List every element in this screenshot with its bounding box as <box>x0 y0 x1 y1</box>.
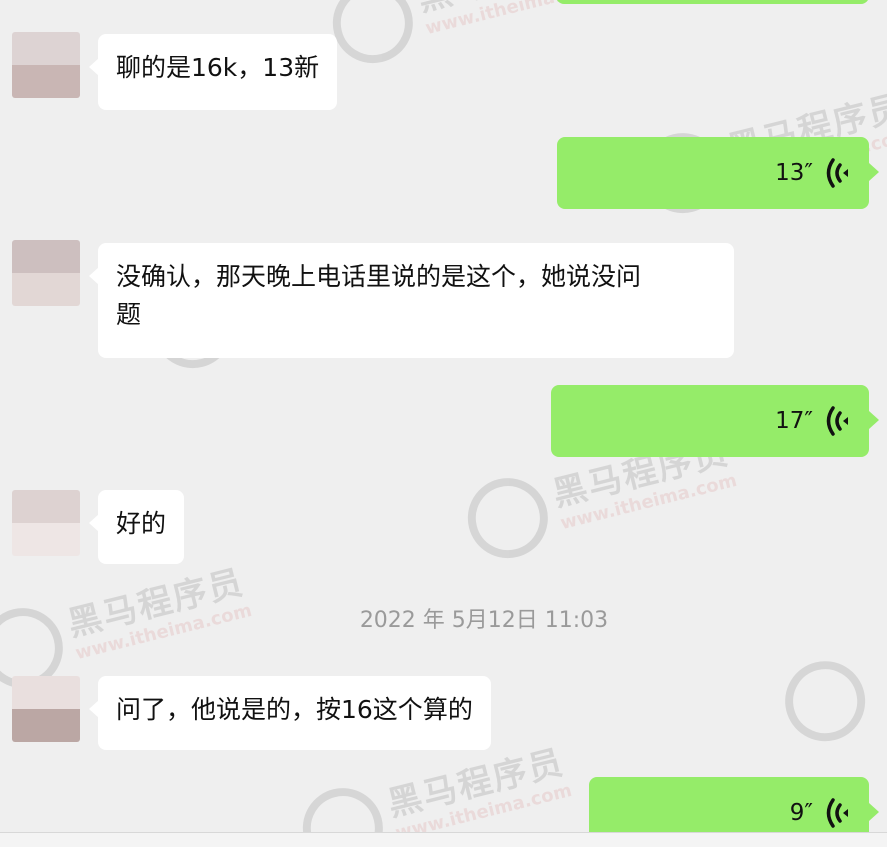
text-message-bubble[interactable]: 好的 <box>88 490 185 564</box>
text-message-bubble[interactable]: 没确认，那天晚上电话里说的是这个，她说没问 题 <box>89 243 734 358</box>
avatar[interactable] <box>12 676 80 742</box>
watermark-text: 黑马程序员 <box>383 742 569 825</box>
watermark-icon <box>459 469 557 567</box>
voice-message-bubble[interactable]: 13″ <box>557 137 879 209</box>
watermark-logo: 黑马程序员 www.itheima.com <box>324 0 606 72</box>
message-text: 问了，他说是的，按16这个算的 <box>116 695 473 724</box>
avatar[interactable] <box>12 32 80 98</box>
avatar[interactable] <box>12 240 80 306</box>
text-message-bubble[interactable]: 聊的是16k，13新 <box>88 34 338 110</box>
watermark-icon <box>324 0 422 72</box>
message-text: 好的 <box>116 509 167 538</box>
watermark-icon <box>776 652 874 750</box>
voice-duration: 13″ <box>775 160 813 186</box>
message-text-line: 题 <box>116 300 142 329</box>
voice-wave-icon <box>826 798 848 828</box>
voice-message-bubble[interactable] <box>556 0 869 4</box>
watermark-logo: 黑马程序员 www.itheima.com <box>294 733 576 847</box>
text-message-bubble[interactable]: 问了，他说是的，按16这个算的 <box>89 676 491 750</box>
voice-message-bubble[interactable]: 17″ <box>551 385 879 457</box>
input-bar[interactable] <box>0 833 887 847</box>
chat-area[interactable]: 黑马程序员 www.itheima.com 黑马程序员 www.itheima.… <box>0 0 887 847</box>
voice-duration: 17″ <box>775 408 813 434</box>
message-text: 聊的是16k，13新 <box>116 53 320 82</box>
watermark-url: www.itheima.com <box>558 469 740 535</box>
watermark-url: www.itheima.com <box>423 0 605 40</box>
watermark-logo <box>776 650 884 750</box>
voice-wave-icon <box>826 158 848 188</box>
message-timestamp: 2022 年 5月12日 11:03 <box>359 608 609 633</box>
avatar[interactable] <box>12 490 80 556</box>
voice-duration: 9″ <box>789 800 813 826</box>
voice-wave-icon <box>826 406 848 436</box>
message-text-line: 没确认，那天晚上电话里说的是这个，她说没问 <box>116 262 642 291</box>
